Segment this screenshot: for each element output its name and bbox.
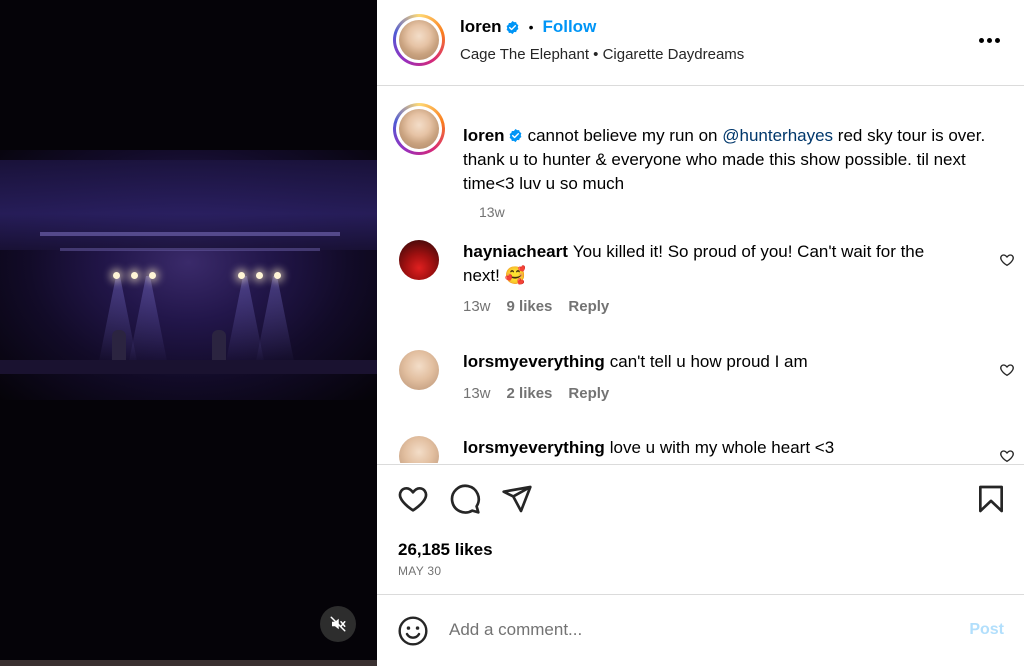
post-actions-bar: 26,185 likes MAY 30 <box>377 464 1024 594</box>
performer-silhouette <box>112 330 126 362</box>
comment-body: can't tell u how proud I am <box>609 352 808 371</box>
comment-timestamp[interactable]: 13w <box>463 298 491 315</box>
emoji-smiley-icon[interactable] <box>397 615 429 647</box>
speaker-muted-icon <box>330 616 346 632</box>
caption-timestamp[interactable]: 13w <box>479 204 505 220</box>
comment-like-heart-icon[interactable] <box>999 252 1015 268</box>
commenter-avatar[interactable] <box>399 436 439 463</box>
post-date: MAY 30 <box>398 564 442 578</box>
comment-meta: 13w 2 likes Reply <box>463 385 609 402</box>
mute-toggle-button[interactable] <box>320 606 356 642</box>
commenter-avatar[interactable] <box>399 350 439 390</box>
caption-username[interactable]: loren <box>463 126 505 145</box>
media-bottom-strip <box>0 660 377 666</box>
comment-timestamp[interactable]: 13w <box>463 385 491 402</box>
commenter-username[interactable]: hayniacheart <box>463 242 568 261</box>
music-attribution[interactable]: Cage The Elephant • Cigarette Daydreams <box>460 46 744 63</box>
stage-light <box>113 272 120 279</box>
author-avatar[interactable] <box>393 14 445 66</box>
stage-floor <box>0 360 377 374</box>
commenter-username[interactable]: lorsmyeverything <box>463 438 605 457</box>
comment-bubble-icon[interactable] <box>449 483 481 515</box>
more-options-icon[interactable] <box>975 30 1003 50</box>
verified-badge-icon <box>506 20 518 34</box>
stage-ceiling <box>0 160 377 250</box>
caption-mention-link[interactable]: @hunterhayes <box>722 126 833 145</box>
comment-text: lorsmyeverything love u with my whole hea… <box>463 436 963 460</box>
post-details-panel: loren • Follow Cage The Elephant • Cigar… <box>377 0 1024 666</box>
comment-like-heart-icon[interactable] <box>999 448 1015 463</box>
author-line: loren • Follow <box>460 17 596 37</box>
comment-text: hayniacheart You killed it! So proud of y… <box>463 240 963 288</box>
caption-author-avatar[interactable] <box>393 103 445 155</box>
stage-light <box>274 272 281 279</box>
comment-body: love u with my whole heart <3 <box>609 438 835 457</box>
verified-badge-icon <box>509 128 521 143</box>
reply-button[interactable]: Reply <box>568 385 609 402</box>
add-comment-bar: Post <box>377 594 1024 666</box>
comment-likes[interactable]: 9 likes <box>507 298 553 315</box>
stage-light <box>149 272 156 279</box>
stage-light <box>256 272 263 279</box>
stage-light <box>238 272 245 279</box>
post-comment-button[interactable]: Post <box>969 621 1004 639</box>
comment-likes[interactable]: 2 likes <box>507 385 553 402</box>
post-media-video[interactable] <box>0 0 377 666</box>
post-header: loren • Follow Cage The Elephant • Cigar… <box>377 0 1024 86</box>
comment-input[interactable] <box>449 617 949 643</box>
follow-button[interactable]: Follow <box>542 17 596 37</box>
stage-truss-lower <box>60 248 320 251</box>
comments-section[interactable]: loren cannot believe my run on @hunterha… <box>377 87 1024 463</box>
heart-icon[interactable] <box>397 483 429 515</box>
caption-text: loren cannot believe my run on @hunterha… <box>463 124 1003 196</box>
separator-dot: • <box>528 19 534 35</box>
likes-count[interactable]: 26,185 likes <box>398 540 493 560</box>
share-paper-plane-icon[interactable] <box>501 483 533 515</box>
comment-text: lorsmyeverything can't tell u how proud I… <box>463 350 963 374</box>
author-username[interactable]: loren <box>460 17 502 37</box>
reply-button[interactable]: Reply <box>568 298 609 315</box>
comment-like-heart-icon[interactable] <box>999 362 1015 378</box>
commenter-username[interactable]: lorsmyeverything <box>463 352 605 371</box>
bookmark-icon[interactable] <box>975 483 1007 515</box>
stage-truss <box>40 232 340 236</box>
caption-body-start: cannot believe my run on <box>527 126 723 145</box>
performer-silhouette <box>212 330 226 362</box>
comment-meta: 13w 9 likes Reply <box>463 298 609 315</box>
commenter-avatar[interactable] <box>399 240 439 280</box>
stage-light <box>131 272 138 279</box>
